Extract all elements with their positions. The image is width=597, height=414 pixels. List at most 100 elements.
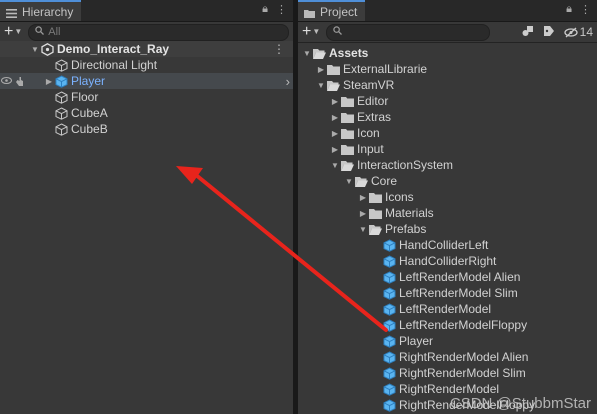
hierarchy-item[interactable]: CubeB [0,121,293,137]
project-item-label: ExternalLibrarie [343,62,428,76]
project-item-label: LeftRenderModel Alien [399,270,521,284]
chevron-down-icon: ▼ [14,27,23,36]
scene-header[interactable]: ▼ Demo_Interact_Ray ⋮ [0,41,293,57]
prefab-cube-icon [382,270,396,284]
hierarchy-item[interactable]: Floor [0,89,293,105]
folder-icon [304,7,315,18]
project-folder-item[interactable]: ▶ Icons [298,189,597,205]
project-search-input[interactable] [346,26,484,38]
pickable-hand-icon [16,76,23,86]
project-item-label: Assets [329,46,369,60]
project-folder-item[interactable]: ▶ Editor [298,93,597,109]
expand-arrow-down-icon[interactable]: ▼ [344,177,354,186]
project-tab-label: Project [320,4,358,19]
project-folder-item[interactable]: ▼ InteractionSystem [298,157,597,173]
project-prefab-item[interactable]: RightRenderModel Slim [298,365,597,381]
visibility-toggle[interactable] [1,76,25,87]
expand-arrow-right-icon[interactable]: ▶ [330,145,340,154]
project-prefab-item[interactable]: RightRenderModel Alien [298,349,597,365]
hierarchy-item[interactable]: CubeA [0,105,293,121]
prefab-cube-icon [382,366,396,380]
project-prefab-item[interactable]: HandColliderRight [298,253,597,269]
expand-arrow-right-icon[interactable]: ▶ [358,193,368,202]
expand-arrow-down-icon[interactable]: ▼ [316,81,326,90]
gameobject-cube-icon [54,122,68,136]
project-item-label: HandColliderRight [399,254,497,268]
project-folder-item[interactable]: ▼ SteamVR [298,77,597,93]
create-button[interactable]: + ▼ [302,24,320,40]
expand-arrow-icon[interactable]: ▶ [44,77,54,86]
create-button[interactable]: + ▼ [4,24,22,40]
kebab-menu-icon[interactable]: ⋮ [276,3,287,16]
project-prefab-item[interactable]: LeftRenderModel Slim [298,285,597,301]
project-panel: Project 🔒︎ ⋮ + ▼ 14 ▼ Assets ▶ ExternalL… [298,0,597,414]
prefab-cube-icon [382,350,396,364]
project-item-label: Prefabs [385,222,427,236]
prefab-cube-icon [382,318,396,332]
prefab-cube-icon [382,398,396,412]
filter-by-label-icon[interactable] [543,25,555,40]
project-item-label: InteractionSystem [357,158,454,172]
project-item-label: HandColliderLeft [399,238,489,252]
prefab-cube-icon [382,254,396,268]
hierarchy-item-label: CubeB [71,122,108,136]
folder-open-icon [312,46,326,60]
eye-icon [1,76,12,84]
project-folder-item[interactable]: ▶ Extras [298,109,597,125]
project-prefab-item[interactable]: HandColliderLeft [298,237,597,253]
project-prefab-item[interactable]: Player [298,333,597,349]
project-item-label: LeftRenderModel Slim [399,286,518,300]
folder-icon [340,94,354,108]
lock-icon[interactable]: 🔒︎ [262,3,268,16]
kebab-menu-icon[interactable]: ⋮ [580,3,591,16]
project-tabbar: Project 🔒︎ ⋮ [298,0,597,22]
hierarchy-item[interactable]: ▶ Player › [0,73,293,89]
prefab-cube-icon [382,302,396,316]
project-item-label: RightRenderModel Alien [399,350,529,364]
eye-slash-icon [563,27,578,37]
chevron-right-icon[interactable]: › [286,74,290,89]
expand-arrow-right-icon[interactable]: ▶ [330,129,340,138]
filter-by-type-icon[interactable] [522,25,534,40]
expand-arrow-right-icon[interactable]: ▶ [330,97,340,106]
prefab-cube-icon [382,334,396,348]
project-folder-item[interactable]: ▼ Prefabs [298,221,597,237]
prefab-cube-icon [382,286,396,300]
lock-icon[interactable]: 🔒︎ [566,3,572,16]
hierarchy-search-input[interactable] [48,26,282,38]
expand-arrow-down-icon[interactable]: ▼ [302,49,312,58]
scene-menu-icon[interactable]: ⋮ [273,42,285,56]
expand-arrow-right-icon[interactable]: ▶ [316,65,326,74]
project-tab[interactable]: Project [298,0,366,21]
project-prefab-item[interactable]: LeftRenderModel [298,301,597,317]
project-prefab-item[interactable]: LeftRenderModelFloppy [298,317,597,333]
project-folder-item[interactable]: ▼ Assets [298,45,597,61]
expand-arrow-right-icon[interactable]: ▶ [358,209,368,218]
hidden-packages-toggle[interactable]: 14 [563,25,593,39]
project-search[interactable] [326,23,491,41]
project-folder-item[interactable]: ▶ Materials [298,205,597,221]
unity-scene-icon [40,42,54,56]
project-folder-item[interactable]: ▶ ExternalLibrarie [298,61,597,77]
project-item-label: SteamVR [343,78,395,92]
project-item-label: Icon [357,126,380,140]
search-icon [333,26,343,38]
hierarchy-search[interactable] [28,23,289,41]
project-folder-item[interactable]: ▶ Input [298,141,597,157]
hierarchy-toolbar: + ▼ [0,22,293,43]
folder-open-icon [340,158,354,172]
expand-arrow-icon[interactable]: ▼ [30,45,40,54]
project-item-label: LeftRenderModelFloppy [399,318,528,332]
folder-open-icon [368,222,382,236]
expand-arrow-down-icon[interactable]: ▼ [330,161,340,170]
project-item-label: RightRenderModel Slim [399,366,526,380]
hierarchy-tab[interactable]: Hierarchy [0,0,82,21]
project-item-label: LeftRenderModel [399,302,492,316]
project-folder-item[interactable]: ▼ Core [298,173,597,189]
expand-arrow-down-icon[interactable]: ▼ [358,225,368,234]
expand-arrow-right-icon[interactable]: ▶ [330,113,340,122]
folder-icon [326,62,340,76]
project-folder-item[interactable]: ▶ Icon [298,125,597,141]
project-prefab-item[interactable]: LeftRenderModel Alien [298,269,597,285]
hierarchy-item[interactable]: Directional Light [0,57,293,73]
